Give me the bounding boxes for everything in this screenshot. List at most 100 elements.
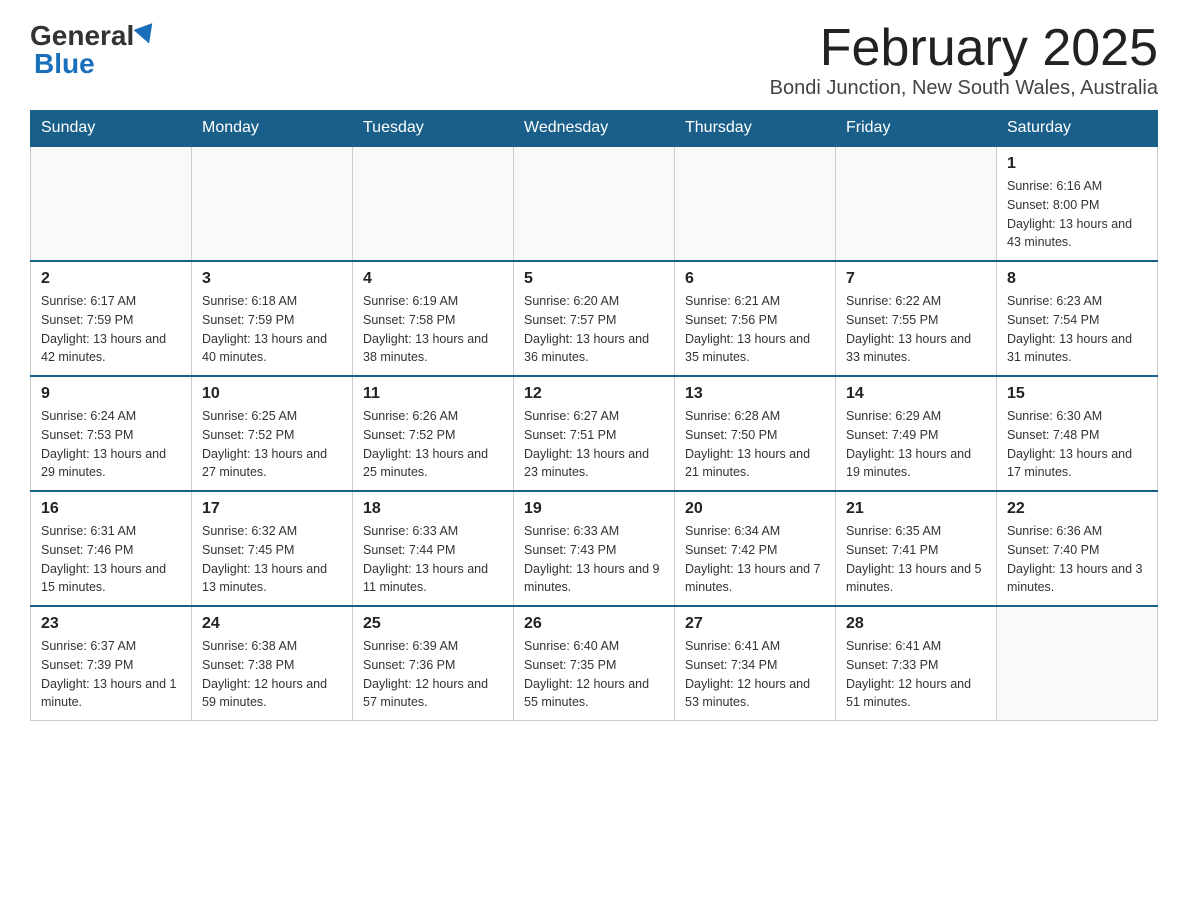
calendar-cell [192,146,353,261]
weekday-header-thursday: Thursday [675,111,836,147]
day-number: 11 [363,385,503,403]
calendar-cell: 13 Sunrise: 6:28 AMSunset: 7:50 PMDayligh… [675,376,836,491]
calendar-cell [514,146,675,261]
calendar-table: SundayMondayTuesdayWednesdayThursdayFrid… [30,110,1158,721]
calendar-cell: 2 Sunrise: 6:17 AMSunset: 7:59 PMDaylight… [31,261,192,376]
day-info: Sunrise: 6:16 AMSunset: 8:00 PMDaylight:… [1007,177,1147,252]
calendar-cell: 18 Sunrise: 6:33 AMSunset: 7:44 PMDayligh… [353,491,514,606]
calendar-cell: 27 Sunrise: 6:41 AMSunset: 7:34 PMDayligh… [675,606,836,721]
day-number: 14 [846,385,986,403]
calendar-cell: 1 Sunrise: 6:16 AMSunset: 8:00 PMDaylight… [997,146,1158,261]
title-area: February 2025 Bondi Junction, New South … [770,20,1158,100]
weekday-header-monday: Monday [192,111,353,147]
calendar-cell: 9 Sunrise: 6:24 AMSunset: 7:53 PMDaylight… [31,376,192,491]
day-info: Sunrise: 6:24 AMSunset: 7:53 PMDaylight:… [41,407,181,482]
weekday-header-wednesday: Wednesday [514,111,675,147]
day-number: 27 [685,615,825,633]
calendar-cell: 7Sunrise: 6:22 AMSunset: 7:55 PMDaylight… [836,261,997,376]
day-info: Sunrise: 6:17 AMSunset: 7:59 PMDaylight:… [41,292,181,367]
calendar-cell: 24Sunrise: 6:38 AMSunset: 7:38 PMDayligh… [192,606,353,721]
day-number: 13 [685,385,825,403]
weekday-header-friday: Friday [836,111,997,147]
calendar-cell: 26 Sunrise: 6:40 AMSunset: 7:35 PMDayligh… [514,606,675,721]
day-number: 17 [202,500,342,518]
calendar-cell: 12 Sunrise: 6:27 AMSunset: 7:51 PMDayligh… [514,376,675,491]
logo-blue-text: Blue [34,48,95,79]
calendar-cell: 19 Sunrise: 6:33 AMSunset: 7:43 PMDayligh… [514,491,675,606]
location-title: Bondi Junction, New South Wales, Austral… [770,77,1158,100]
day-number: 12 [524,385,664,403]
day-number: 5 [524,270,664,288]
calendar-cell [836,146,997,261]
week-row-2: 9 Sunrise: 6:24 AMSunset: 7:53 PMDaylight… [31,376,1158,491]
day-info: Sunrise: 6:39 AMSunset: 7:36 PMDaylight:… [363,637,503,712]
calendar-cell: 17 Sunrise: 6:32 AMSunset: 7:45 PMDayligh… [192,491,353,606]
day-number: 2 [41,270,181,288]
day-info: Sunrise: 6:27 AMSunset: 7:51 PMDaylight:… [524,407,664,482]
logo-triangle-icon [134,23,159,47]
day-number: 26 [524,615,664,633]
day-info: Sunrise: 6:23 AMSunset: 7:54 PMDaylight:… [1007,292,1147,367]
week-row-0: 1 Sunrise: 6:16 AMSunset: 8:00 PMDaylight… [31,146,1158,261]
calendar-cell: 25 Sunrise: 6:39 AMSunset: 7:36 PMDayligh… [353,606,514,721]
weekday-header-row: SundayMondayTuesdayWednesdayThursdayFrid… [31,111,1158,147]
day-number: 22 [1007,500,1147,518]
weekday-header-saturday: Saturday [997,111,1158,147]
calendar-cell [997,606,1158,721]
day-info: Sunrise: 6:30 AMSunset: 7:48 PMDaylight:… [1007,407,1147,482]
day-info: Sunrise: 6:18 AMSunset: 7:59 PMDaylight:… [202,292,342,367]
calendar-cell: 14 Sunrise: 6:29 AMSunset: 7:49 PMDayligh… [836,376,997,491]
week-row-4: 23 Sunrise: 6:37 AMSunset: 7:39 PMDayligh… [31,606,1158,721]
calendar-cell: 23 Sunrise: 6:37 AMSunset: 7:39 PMDayligh… [31,606,192,721]
day-info: Sunrise: 6:34 AMSunset: 7:42 PMDaylight:… [685,522,825,597]
calendar-cell: 21Sunrise: 6:35 AMSunset: 7:41 PMDayligh… [836,491,997,606]
calendar-cell: 3 Sunrise: 6:18 AMSunset: 7:59 PMDaylight… [192,261,353,376]
day-number: 4 [363,270,503,288]
day-info: Sunrise: 6:29 AMSunset: 7:49 PMDaylight:… [846,407,986,482]
day-info: Sunrise: 6:31 AMSunset: 7:46 PMDaylight:… [41,522,181,597]
day-info: Sunrise: 6:41 AMSunset: 7:33 PMDaylight:… [846,637,986,712]
day-number: 3 [202,270,342,288]
day-number: 8 [1007,270,1147,288]
month-title: February 2025 [770,20,1158,77]
day-number: 1 [1007,155,1147,173]
calendar-cell: 6Sunrise: 6:21 AMSunset: 7:56 PMDaylight… [675,261,836,376]
day-number: 9 [41,385,181,403]
calendar-cell: 15 Sunrise: 6:30 AMSunset: 7:48 PMDayligh… [997,376,1158,491]
day-number: 25 [363,615,503,633]
calendar-cell: 20Sunrise: 6:34 AMSunset: 7:42 PMDayligh… [675,491,836,606]
day-info: Sunrise: 6:35 AMSunset: 7:41 PMDaylight:… [846,522,986,597]
calendar-cell: 4Sunrise: 6:19 AMSunset: 7:58 PMDaylight… [353,261,514,376]
day-info: Sunrise: 6:41 AMSunset: 7:34 PMDaylight:… [685,637,825,712]
calendar-cell: 22 Sunrise: 6:36 AMSunset: 7:40 PMDayligh… [997,491,1158,606]
day-number: 15 [1007,385,1147,403]
calendar-cell: 16 Sunrise: 6:31 AMSunset: 7:46 PMDayligh… [31,491,192,606]
day-number: 28 [846,615,986,633]
day-number: 18 [363,500,503,518]
day-number: 6 [685,270,825,288]
day-info: Sunrise: 6:33 AMSunset: 7:43 PMDaylight:… [524,522,664,597]
day-info: Sunrise: 6:37 AMSunset: 7:39 PMDaylight:… [41,637,181,712]
day-info: Sunrise: 6:25 AMSunset: 7:52 PMDaylight:… [202,407,342,482]
day-number: 23 [41,615,181,633]
day-number: 24 [202,615,342,633]
logo: General Blue [30,20,156,80]
week-row-1: 2 Sunrise: 6:17 AMSunset: 7:59 PMDaylight… [31,261,1158,376]
calendar-cell: 28 Sunrise: 6:41 AMSunset: 7:33 PMDayligh… [836,606,997,721]
calendar-cell [675,146,836,261]
day-number: 19 [524,500,664,518]
day-info: Sunrise: 6:28 AMSunset: 7:50 PMDaylight:… [685,407,825,482]
weekday-header-sunday: Sunday [31,111,192,147]
day-info: Sunrise: 6:32 AMSunset: 7:45 PMDaylight:… [202,522,342,597]
day-info: Sunrise: 6:33 AMSunset: 7:44 PMDaylight:… [363,522,503,597]
day-info: Sunrise: 6:22 AMSunset: 7:55 PMDaylight:… [846,292,986,367]
week-row-3: 16 Sunrise: 6:31 AMSunset: 7:46 PMDayligh… [31,491,1158,606]
calendar-cell: 5Sunrise: 6:20 AMSunset: 7:57 PMDaylight… [514,261,675,376]
day-number: 16 [41,500,181,518]
header: General Blue February 2025 Bondi Junctio… [30,20,1158,100]
calendar-cell: 8 Sunrise: 6:23 AMSunset: 7:54 PMDaylight… [997,261,1158,376]
calendar-cell [31,146,192,261]
day-info: Sunrise: 6:36 AMSunset: 7:40 PMDaylight:… [1007,522,1147,597]
day-info: Sunrise: 6:40 AMSunset: 7:35 PMDaylight:… [524,637,664,712]
day-info: Sunrise: 6:26 AMSunset: 7:52 PMDaylight:… [363,407,503,482]
